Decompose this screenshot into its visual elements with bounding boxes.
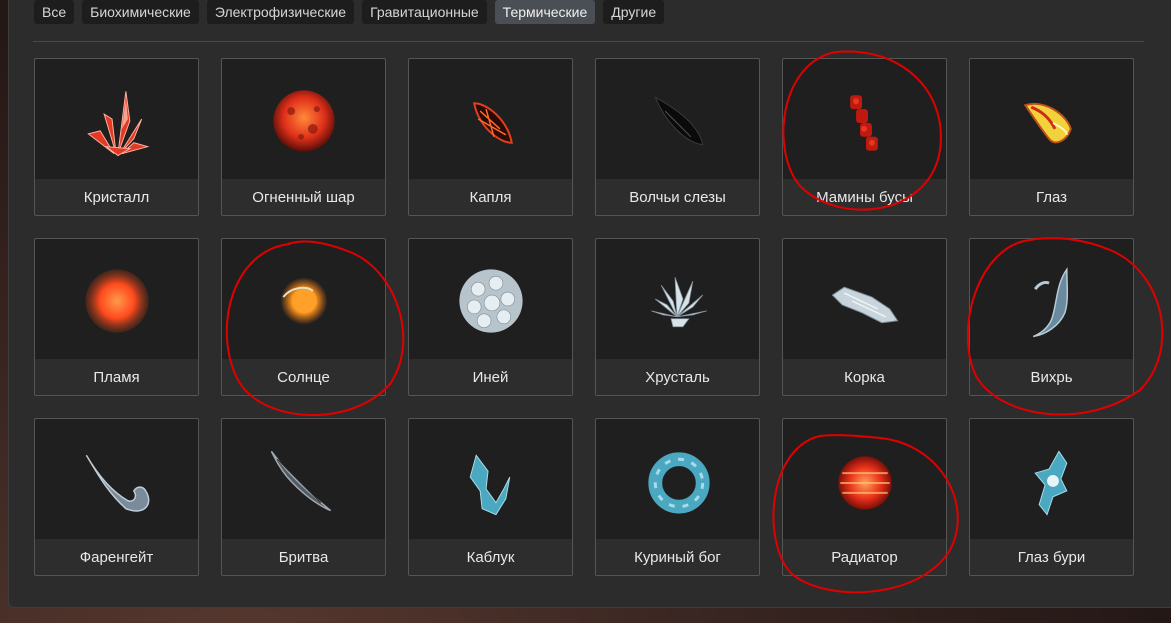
artifact-card-sun[interactable]: Солнце (221, 238, 386, 396)
artifact-label: Радиатор (783, 539, 946, 575)
ice-heel-icon (469, 454, 511, 516)
lava-drop-icon (473, 102, 513, 144)
artifact-card-radiator[interactable]: Радиатор (782, 418, 947, 576)
red-beads-icon (850, 95, 878, 151)
artifact-label: Корка (783, 359, 946, 395)
artifact-label: Хрусталь (596, 359, 759, 395)
tab-thermal[interactable]: Термические (494, 0, 596, 24)
artifact-label: Огненный шар (222, 179, 385, 215)
artifact-card-eye[interactable]: Глаз (969, 58, 1134, 216)
whirl-horn-icon (1032, 267, 1069, 338)
sun-orb-icon (280, 277, 328, 325)
artifact-card-fahrenheit[interactable]: Фаренгейт (34, 418, 199, 576)
red-crystal-icon (87, 91, 150, 157)
ice-crust-icon (831, 286, 899, 324)
artifact-card-crystal[interactable]: Кристалл (34, 58, 199, 216)
artifact-label: Бритва (222, 539, 385, 575)
tab-other[interactable]: Другие (603, 0, 665, 24)
artifact-card-whirl[interactable]: Вихрь (969, 238, 1134, 396)
artifact-label: Пламя (35, 359, 198, 395)
tab-gravitational[interactable]: Гравитационные (362, 0, 487, 24)
artifact-label: Куриный бог (596, 539, 759, 575)
artifact-card-drop[interactable]: Капля (408, 58, 573, 216)
frost-ball-icon (459, 269, 523, 333)
artifact-card-chicken-god[interactable]: Куриный бог (595, 418, 760, 576)
artifact-card-razor[interactable]: Бритва (221, 418, 386, 576)
artifact-label: Глаз бури (970, 539, 1133, 575)
artifact-card-crust[interactable]: Корка (782, 238, 947, 396)
artifact-label: Фаренгейт (35, 539, 198, 575)
artifact-card-heel[interactable]: Каблук (408, 418, 573, 576)
artifact-card-wolf-tears[interactable]: Волчьи слезы (595, 58, 760, 216)
artifact-card-moms-beads[interactable]: Мамины бусы (782, 58, 947, 216)
artifact-label: Глаз (970, 179, 1133, 215)
razor-icon (270, 450, 332, 512)
artifact-label: Вихрь (970, 359, 1133, 395)
artifact-label: Иней (409, 359, 572, 395)
artifact-label: Кристалл (35, 179, 198, 215)
artifact-card-frost[interactable]: Иней (408, 238, 573, 396)
divider (33, 41, 1144, 42)
hook-icon (85, 454, 150, 512)
tab-all[interactable]: Все (34, 0, 75, 24)
category-tabs: Все Биохимические Электрофизические Грав… (34, 0, 665, 24)
tab-electrophysical[interactable]: Электрофизические (206, 0, 355, 24)
black-shard-icon (654, 96, 704, 146)
artifact-card-fireball[interactable]: Огненный шар (221, 58, 386, 216)
fireball-icon (273, 90, 335, 152)
artifact-label: Солнце (222, 359, 385, 395)
storm-eye-icon (1034, 450, 1068, 516)
radiator-orb-icon (838, 456, 892, 510)
artifact-label: Мамины бусы (783, 179, 946, 215)
artifact-label: Каблук (409, 539, 572, 575)
crystal-cluster-icon (651, 277, 707, 328)
artifact-card-khrustal[interactable]: Хрусталь (595, 238, 760, 396)
flame-orb-icon (85, 269, 149, 333)
artifact-card-flame[interactable]: Пламя (34, 238, 199, 396)
tab-biochemical[interactable]: Биохимические (82, 0, 199, 24)
golden-gem-icon (1023, 102, 1072, 144)
artifact-card-storm-eye[interactable]: Глаз бури (969, 418, 1134, 576)
artifact-label: Капля (409, 179, 572, 215)
ice-ring-icon (648, 452, 710, 514)
artifact-label: Волчьи слезы (596, 179, 759, 215)
